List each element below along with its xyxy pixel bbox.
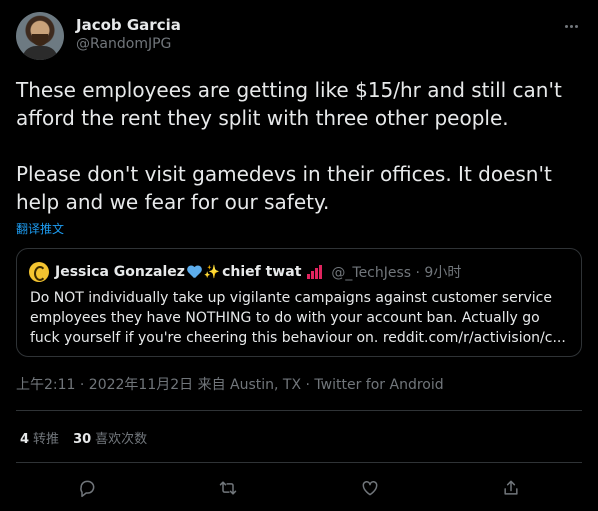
action-bar — [16, 474, 582, 502]
reply-icon[interactable] — [75, 476, 99, 500]
quote-avatar — [29, 262, 49, 282]
translate-link[interactable]: 翻译推文 — [16, 220, 64, 237]
tweet: Jacob Garcia @RandomJPG These employees … — [0, 0, 598, 511]
quoted-tweet[interactable]: Jessica Gonzalez ✨ chief twat @_TechJess… — [16, 248, 582, 357]
more-icon[interactable] — [560, 16, 582, 36]
retweets-count: 4 — [20, 432, 30, 447]
author-handle[interactable]: @RandomJPG — [76, 36, 171, 52]
share-icon[interactable] — [499, 476, 523, 500]
retweet-icon[interactable] — [216, 476, 240, 500]
retweets-label: 转推 — [33, 432, 60, 447]
divider — [16, 462, 582, 463]
likes-count: 30 — [73, 432, 92, 447]
quote-handle-time: @_TechJess · 9小时 — [331, 265, 462, 281]
likes-stat[interactable]: 30 喜欢次数 — [73, 428, 147, 447]
quote-header: Jessica Gonzalez ✨ chief twat @_TechJess… — [55, 262, 461, 282]
heart-icon[interactable] — [358, 476, 382, 500]
retweets-stat[interactable]: 4 转推 — [20, 428, 59, 447]
divider — [16, 410, 582, 411]
tweet-timestamp[interactable]: 上午2:11 · 2022年11月2日 来自 Austin, TX · Twit… — [16, 374, 444, 394]
quote-text: Do NOT individually take up vigilante ca… — [30, 290, 566, 346]
quote-author-name-suffix: chief twat — [222, 264, 302, 280]
author-name[interactable]: Jacob Garcia — [76, 16, 181, 34]
chart-emoji-icon — [307, 265, 325, 279]
tweet-stats: 4 转推 30 喜欢次数 — [20, 428, 147, 447]
tweet-header: Jacob Garcia @RandomJPG — [16, 12, 582, 60]
blue-heart-icon — [187, 265, 202, 279]
quote-author-name: Jessica Gonzalez — [55, 264, 185, 280]
tweet-text: These employees are getting like $15/hr … — [16, 78, 562, 214]
sparkles-icon: ✨ — [203, 264, 221, 280]
likes-label: 喜欢次数 — [95, 432, 148, 447]
avatar[interactable] — [16, 12, 64, 60]
